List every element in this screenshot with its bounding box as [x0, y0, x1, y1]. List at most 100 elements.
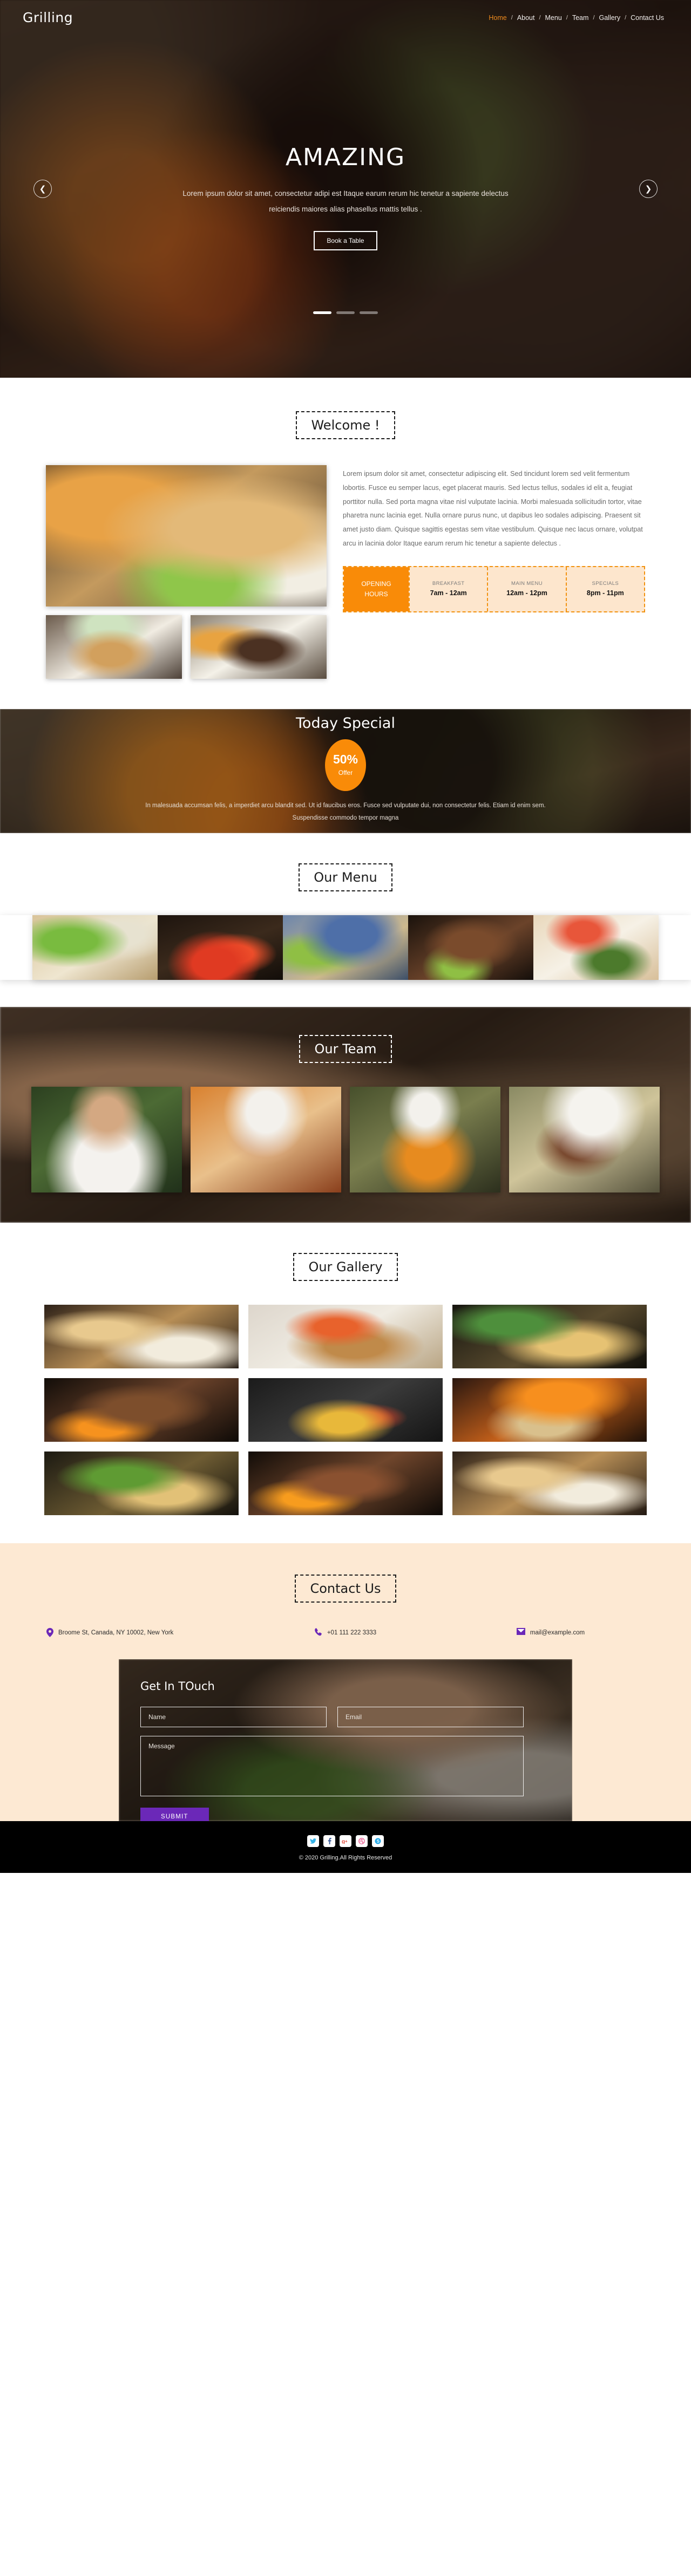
menu-item-image-5[interactable] [533, 915, 659, 980]
menu-item-image-4[interactable] [408, 915, 533, 980]
slider-dot-1[interactable] [313, 311, 331, 314]
gallery-item-9[interactable] [452, 1451, 647, 1515]
contact-address-text: Broome St, Canada, NY 10002, New York [58, 1630, 174, 1636]
welcome-title: Welcome ! [296, 411, 395, 439]
menu-image-strip [0, 915, 691, 980]
email-input[interactable] [337, 1707, 524, 1727]
about-image-row [46, 615, 327, 679]
about-image-chicken [46, 615, 182, 679]
gallery-item-8[interactable] [248, 1451, 443, 1515]
site-logo[interactable]: Grilling [23, 10, 73, 25]
gallery-grid [0, 1305, 691, 1515]
submit-button[interactable]: SUBMIT [140, 1808, 209, 1821]
team-member-2[interactable] [191, 1087, 341, 1192]
hero-slider: Grilling Home / About / Menu / Team / Ga… [0, 0, 691, 378]
dribbble-icon[interactable] [356, 1835, 368, 1847]
name-input[interactable] [140, 1707, 327, 1727]
gallery-title: Our Gallery [293, 1253, 398, 1281]
chevron-left-icon: ❮ [39, 185, 46, 194]
nav-item-gallery[interactable]: Gallery [595, 14, 625, 22]
get-in-touch-card: Get In TOuch SUBMIT [119, 1659, 572, 1821]
slider-indicators [313, 311, 378, 314]
skype-icon[interactable]: S [372, 1835, 384, 1847]
twitter-icon[interactable] [307, 1835, 319, 1847]
about-content: Lorem ipsum dolor sit amet, consectetur … [0, 439, 691, 679]
today-special-paragraph: In malesuada accumsan felis, a imperdiet… [145, 802, 546, 821]
team-title-wrap: Our Team [0, 1035, 691, 1063]
gallery-item-1[interactable] [44, 1305, 239, 1368]
social-links: g + S [0, 1835, 691, 1847]
team-content: Our Team [0, 1035, 691, 1192]
gallery-item-6[interactable] [452, 1378, 647, 1442]
get-in-touch-heading: Get In TOuch [140, 1680, 215, 1693]
gallery-item-7[interactable] [44, 1451, 239, 1515]
menu-item-image-2[interactable] [158, 915, 283, 980]
hero-content: AMAZING Lorem ipsum dolor sit amet, cons… [0, 0, 691, 378]
menu-item-image-3[interactable] [283, 915, 408, 980]
nav-links: Home / About / Menu / Team / Gallery / C… [484, 14, 668, 22]
contact-title: Contact Us [295, 1575, 396, 1603]
nav-item-team[interactable]: Team [568, 14, 593, 22]
team-member-4[interactable] [509, 1087, 660, 1192]
contact-phone-text: +01 111 222 3333 [327, 1630, 377, 1636]
today-special-section: Today Special 50% Offer In malesuada acc… [0, 709, 691, 833]
team-member-3[interactable] [350, 1087, 500, 1192]
hours-cell-specials: SPECIALS 8pm - 11pm [565, 567, 644, 611]
welcome-title-wrap: Welcome ! [0, 411, 691, 439]
about-image-collage [46, 465, 327, 679]
slider-dot-2[interactable] [336, 311, 355, 314]
opening-hours-label-line1: OPENING [361, 580, 391, 588]
google-plus-icon[interactable]: g + [340, 1835, 351, 1847]
about-text-column: Lorem ipsum dolor sit amet, consectetur … [343, 465, 645, 612]
get-in-touch-section: Get In TOuch SUBMIT [0, 1659, 691, 1821]
hours-time-breakfast: 7am - 12am [430, 589, 467, 597]
hours-time-main-menu: 12am - 12pm [506, 589, 547, 597]
form-row-name-email [140, 1707, 551, 1727]
menu-title: Our Menu [299, 863, 392, 891]
nav-item-menu[interactable]: Menu [541, 14, 566, 22]
book-a-table-button[interactable]: Book a Table [314, 230, 377, 250]
contact-phone: +01 111 222 3333 [243, 1627, 448, 1640]
nav-item-home[interactable]: Home [484, 14, 511, 22]
gallery-item-3[interactable] [452, 1305, 647, 1368]
hours-name-specials: SPECIALS [592, 581, 619, 587]
menu-section: Our Menu [0, 833, 691, 1007]
copyright-text: © 2020 Grilling.All Rights Reserved [299, 1855, 392, 1861]
offer-badge: 50% Offer [325, 739, 366, 791]
about-paragraph: Lorem ipsum dolor sit amet, consectetur … [343, 470, 643, 548]
menu-item-image-1[interactable] [32, 915, 158, 980]
gallery-item-4[interactable] [44, 1378, 239, 1442]
chevron-right-icon: ❯ [645, 185, 652, 194]
today-special-content: Today Special 50% Offer In malesuada acc… [0, 709, 691, 833]
today-special-title: Today Special [296, 714, 395, 732]
svg-text:S: S [377, 1839, 380, 1844]
contact-address: Broome St, Canada, NY 10002, New York [38, 1627, 243, 1640]
opening-hours-label-line2: HOURS [364, 590, 388, 598]
slider-prev-button[interactable]: ❮ [33, 180, 52, 198]
nav-item-about[interactable]: About [513, 14, 539, 22]
slider-dot-3[interactable] [360, 311, 378, 314]
gallery-item-5[interactable] [248, 1378, 443, 1442]
hours-time-specials: 8pm - 11pm [586, 589, 624, 597]
facebook-icon[interactable] [323, 1835, 335, 1847]
main-navigation: Grilling Home / About / Menu / Team / Ga… [0, 0, 691, 25]
message-textarea[interactable] [140, 1736, 524, 1796]
nav-item-contact-us[interactable]: Contact Us [626, 14, 668, 22]
gallery-item-2[interactable] [248, 1305, 443, 1368]
hero-title: AMAZING [285, 144, 406, 172]
phone-icon [314, 1628, 322, 1639]
team-member-1[interactable] [31, 1087, 182, 1192]
gallery-section: Our Gallery [0, 1223, 691, 1543]
welcome-section: Welcome ! Lorem ipsum dolor sit amet, co… [0, 378, 691, 679]
contact-section: Contact Us Broome St, Canada, NY 10002, … [0, 1543, 691, 1821]
contact-email: mail@example.com [448, 1627, 653, 1640]
map-pin-icon [46, 1628, 53, 1640]
about-image-steak [191, 615, 327, 679]
hours-name-breakfast: BREAKFAST [432, 581, 465, 587]
offer-percent: 50% [333, 752, 358, 766]
contact-form: Get In TOuch SUBMIT [119, 1659, 572, 1821]
slider-next-button[interactable]: ❯ [639, 180, 658, 198]
menu-image-strip-inner [32, 915, 659, 980]
site-footer: g + S © 2020 Grilling.All Rights Reserved [0, 1821, 691, 1873]
opening-hours-label: OPENING HOURS [344, 567, 409, 611]
